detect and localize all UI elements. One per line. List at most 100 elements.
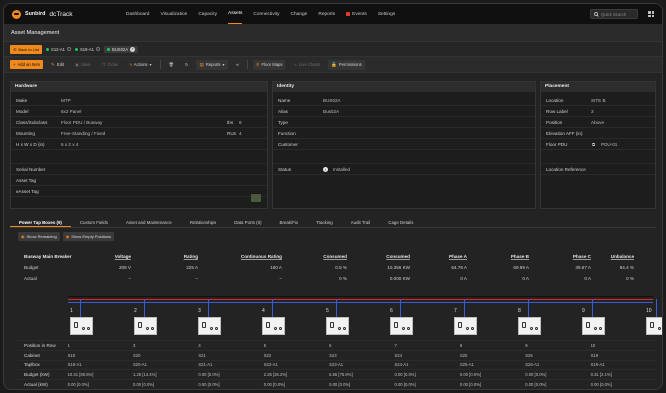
live-charts-button[interactable]: ∿ Live Charts bbox=[290, 60, 323, 69]
nav-assets[interactable]: Assets bbox=[228, 4, 243, 24]
nav-capacity[interactable]: Capacity bbox=[198, 4, 217, 24]
info-icon[interactable]: i bbox=[323, 166, 328, 172]
tab-cage-details[interactable]: Cage Details bbox=[379, 217, 422, 227]
nav-reports[interactable]: Reports bbox=[318, 4, 335, 24]
table-row: Actual (kW) 0.00 [0.0%] 0.00 [0.0%] 0.00 [0… bbox=[18, 379, 656, 389]
tap-box-outlet[interactable]: 5 bbox=[326, 308, 349, 335]
outlet-number: 5 bbox=[326, 308, 329, 314]
external-link-icon[interactable]: ⧉ bbox=[591, 142, 596, 147]
add-item-button[interactable]: + Add an Item bbox=[10, 60, 44, 69]
edit-button[interactable]: ✎ Edit bbox=[48, 60, 67, 70]
tap-box-outlet[interactable]: 3 bbox=[198, 308, 221, 335]
field-label: Serial Number bbox=[16, 166, 46, 172]
tap-box-outlet[interactable]: 4 bbox=[262, 308, 285, 335]
identity-title: Identity bbox=[273, 82, 535, 92]
field-label: Location bbox=[546, 97, 564, 103]
hardware-row: Class/Subclass Floor PDU / Busway Ibs 6 bbox=[11, 117, 267, 128]
table-cell: S19 bbox=[590, 352, 599, 358]
hardware-action-button[interactable] bbox=[251, 194, 261, 202]
identity-row: Customer bbox=[273, 139, 535, 150]
nav-connectivity[interactable]: Connectivity bbox=[253, 4, 279, 24]
table-row: Budget 208 V 225 A 180 A 0.5 % 10.356 KW… bbox=[18, 262, 656, 273]
tap-box-outlet[interactable]: 6 bbox=[390, 308, 413, 335]
show-empty-positions-button[interactable]: ◉ Show Empty Positions bbox=[62, 232, 115, 241]
table-row: Position in Row 1 3 4 5 6 7 8 9 10 bbox=[18, 340, 656, 350]
table-cell: S19-A1 bbox=[590, 362, 605, 368]
back-to-list-button[interactable]: ⟲ Back to List bbox=[10, 44, 43, 54]
delete-button[interactable]: 🗑 bbox=[166, 60, 177, 70]
close-icon[interactable]: × bbox=[130, 46, 136, 52]
table-cell: S21 bbox=[198, 352, 206, 358]
show-remaining-button[interactable]: ◉ Show Remaining bbox=[18, 232, 60, 241]
tab-break-fix[interactable]: Break/Fix bbox=[271, 217, 308, 227]
ring-icon bbox=[95, 47, 100, 51]
permissions-button[interactable]: 🔒 Permissions bbox=[328, 59, 365, 70]
tap-box-outlet[interactable]: 8 bbox=[518, 308, 541, 335]
toolbar-divider bbox=[247, 60, 249, 69]
lock-icon: 🔒 bbox=[331, 61, 337, 67]
refresh-button[interactable]: ↻ bbox=[182, 60, 192, 69]
field-label: Elevation AFF (in) bbox=[546, 130, 583, 136]
table-cell: 64.76 A bbox=[451, 265, 467, 270]
table-row: Cabinet S18 S20 S21 S22 S23 S24 S25 S26 S19 bbox=[18, 349, 656, 360]
outlet-socket-icon bbox=[343, 327, 346, 330]
brand[interactable]: Sunbird dcTrack bbox=[12, 9, 108, 19]
status-dot-icon bbox=[75, 47, 79, 51]
reports-button[interactable]: ▤ Reports ▾ bbox=[196, 59, 228, 70]
apps-grid-icon[interactable] bbox=[648, 11, 654, 17]
tab-power-tap-boxes[interactable]: Power Tap Boxes (9) bbox=[10, 217, 71, 227]
tab-relationships[interactable]: Relationships bbox=[181, 217, 225, 227]
nav-settings[interactable]: Settings bbox=[378, 4, 395, 24]
tap-box-outlet[interactable]: 10 bbox=[646, 308, 662, 335]
eye-icon: ◉ bbox=[65, 234, 70, 239]
nav-change[interactable]: Change bbox=[291, 4, 308, 24]
identity-row: Name BUS02A bbox=[273, 95, 535, 106]
status-dot-icon bbox=[106, 47, 110, 51]
eye-icon: ◉ bbox=[21, 234, 25, 239]
tab-data-ports[interactable]: Data Ports (0) bbox=[225, 217, 270, 227]
tab-audit-trail[interactable]: Audit Trail bbox=[342, 217, 380, 227]
breadcrumb-item[interactable]: S12-A1 bbox=[46, 47, 72, 52]
table-cell: 0.31 [2.1%] bbox=[590, 372, 612, 378]
tab-asset-maintenance[interactable]: Asset and Maintenance bbox=[117, 217, 181, 227]
hardware-row: H x W x D (in) 6 x 2 x 4 bbox=[11, 139, 267, 150]
identity-row: Status i Installed bbox=[273, 164, 535, 175]
field-value[interactable]: PDU-01 bbox=[601, 142, 617, 147]
tab-custom-fields[interactable]: Custom Fields bbox=[71, 217, 117, 227]
table-cell: S20 bbox=[132, 352, 141, 358]
busbar-red bbox=[68, 299, 653, 300]
map-pin-icon: ⚲ bbox=[256, 61, 260, 67]
field-label: Make bbox=[16, 97, 28, 103]
share-button[interactable]: ⋖ bbox=[233, 60, 243, 69]
table-cell: 0.00 [0.0%] bbox=[525, 372, 547, 378]
actions-button[interactable]: ϟ Actions ▾ bbox=[126, 60, 154, 69]
tap-box-outlet[interactable]: 2 bbox=[134, 308, 157, 335]
search-placeholder: Quick Search bbox=[601, 11, 627, 17]
save-button[interactable]: ▣ Save bbox=[72, 60, 94, 69]
breadcrumb-item-current[interactable]: BUS02A × bbox=[103, 45, 139, 53]
table-cell: 5 bbox=[263, 342, 267, 348]
clone-label: Clone bbox=[107, 62, 119, 67]
show-remaining-label: Show Remaining bbox=[26, 234, 57, 239]
tap-box-outlet[interactable]: 1 bbox=[70, 308, 93, 335]
clone-button[interactable]: ❐ Clone bbox=[99, 60, 122, 69]
tap-box-outlet[interactable]: 9 bbox=[582, 308, 605, 335]
hardware-row: Model 6x2 Panel bbox=[11, 106, 267, 117]
field-label: Type bbox=[278, 119, 288, 125]
tab-tracking[interactable]: Tracking bbox=[307, 217, 342, 227]
tap-box-outlet[interactable]: 7 bbox=[454, 308, 477, 335]
field-label: Alias bbox=[278, 108, 288, 114]
outlet-drop-line bbox=[656, 299, 657, 317]
quick-search-input[interactable]: Quick Search bbox=[590, 9, 638, 19]
nav-visualization[interactable]: Visualization bbox=[160, 4, 187, 24]
column-header: Continuous Rating bbox=[240, 254, 282, 259]
budget-label: Budget bbox=[24, 265, 39, 270]
nav-events[interactable]: Events bbox=[346, 4, 367, 24]
floor-maps-button[interactable]: ⚲ Floor Maps bbox=[253, 59, 286, 70]
breadcrumb-item[interactable]: S18-A1 bbox=[75, 47, 100, 52]
table-cell: 9 bbox=[525, 342, 528, 348]
table-cell: S26-A1 bbox=[525, 362, 540, 368]
chart-icon: ∿ bbox=[293, 62, 297, 67]
outlet-socket-icon bbox=[599, 327, 602, 330]
nav-dashboard[interactable]: Dashboard bbox=[126, 4, 149, 24]
